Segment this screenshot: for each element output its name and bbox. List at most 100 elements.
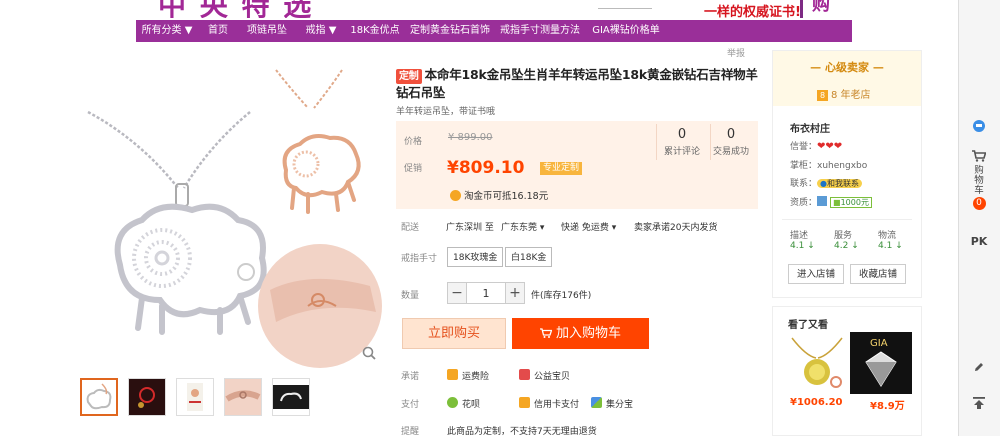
rating-value: 4.1	[878, 241, 893, 251]
main-product-image[interactable]	[80, 60, 384, 368]
product-title-text: 本命年18k金吊坠生肖羊年转运吊坠18k黄金嵌钻石吉祥物羊钻石吊坠	[396, 67, 758, 100]
rating-label: 描述	[790, 231, 809, 241]
qualification-label: 资质：	[790, 198, 818, 208]
contact-row: 联系： ●和我联系	[790, 176, 862, 189]
stat-divider	[710, 124, 711, 160]
payment-item-huabei[interactable]: 花呗	[462, 397, 480, 410]
payment-item-credit-card[interactable]: 信用卡支付	[534, 397, 579, 410]
quantity-increase-button[interactable]: +	[505, 282, 525, 304]
cart-label: 购物车	[974, 165, 984, 196]
insurance-icon	[447, 369, 458, 380]
nav-item-7[interactable]: 戒指手寸测量方法	[496, 20, 584, 42]
rating-logistics: 物流 4.1 ↓	[878, 228, 903, 251]
promo-label: 促销	[404, 164, 423, 174]
reviews-stat[interactable]: 0 累计评论	[654, 127, 710, 157]
nav-item-1[interactable]: 所有分类 ▼	[136, 20, 198, 42]
custom-badge: 定制	[396, 69, 422, 84]
charity-icon	[519, 369, 530, 380]
nav-item-4[interactable]: 戒指 ▼	[296, 20, 346, 42]
add-to-cart-button[interactable]: 加入购物车	[512, 318, 649, 349]
shop-name[interactable]: 布衣村庄	[790, 120, 830, 135]
back-to-top-icon[interactable]	[958, 396, 1000, 413]
thumbnail-2[interactable]	[128, 378, 166, 416]
quantity-input[interactable]: 1	[467, 282, 505, 304]
product-title: 定制 本命年18k金吊坠生肖羊年转运吊坠18k黄金嵌钻石吉祥物羊钻石吊坠	[396, 66, 758, 101]
promise-item-insurance[interactable]: 运费险	[462, 369, 489, 382]
seller-level: — 心级卖家 —	[810, 61, 884, 74]
thumbnail-1[interactable]	[80, 378, 118, 416]
payment-label: 支付	[401, 400, 420, 410]
shop-years: 88 年老店	[817, 86, 871, 101]
owner-row: 掌柜：xuhengxbo	[790, 158, 867, 171]
qualification-row: 资质： ■1000元	[790, 195, 872, 208]
credit-card-icon	[519, 397, 530, 408]
zoom-icon[interactable]	[361, 345, 377, 361]
coin-text: 淘金币可抵16.18元	[464, 191, 549, 202]
favorite-shop-button[interactable]: 收藏店铺	[850, 264, 906, 284]
payment-item-jifenbao[interactable]: 集分宝	[606, 397, 633, 410]
thumbnail-5[interactable]	[272, 378, 310, 416]
edit-icon[interactable]	[958, 361, 1000, 376]
notice-text: 此商品为定制，不支持7天无理由退货	[447, 427, 597, 437]
sheep-pendant-illustration	[87, 69, 382, 368]
deposit-badge: ■1000元	[830, 197, 872, 208]
nav-item-2[interactable]: 首页	[198, 20, 238, 42]
rating-value: 4.1	[790, 241, 805, 251]
banner-cert-text: 一样的权威证书!	[704, 5, 801, 18]
report-link[interactable]: 举报	[727, 46, 745, 59]
quantity-decrease-button[interactable]: −	[447, 282, 467, 304]
delivery-to-select[interactable]: 广东东莞 ▾	[501, 220, 544, 233]
rating-value: 4.2	[834, 241, 849, 251]
see-also-item-image-2[interactable]: GIA	[850, 332, 912, 394]
delivery-label: 配送	[401, 223, 420, 233]
delivery-promise: 卖家承诺20天内发货	[634, 223, 718, 233]
promise-item-charity[interactable]: 公益宝贝	[534, 369, 570, 382]
see-also-title: 看了又看	[788, 320, 828, 331]
see-also-price-2: ¥8.9万	[870, 401, 905, 412]
coin-icon	[450, 189, 461, 201]
delivery-service: 快递 免运费	[561, 223, 609, 233]
quantity-label: 数量	[401, 291, 420, 301]
nav-item-6[interactable]: 定制黄金钻石首饰	[404, 20, 496, 42]
rating-arrow: ↓	[895, 241, 903, 251]
nav-item-3[interactable]: 项链吊坠	[238, 20, 296, 42]
promo-badge: 专业定制	[540, 162, 583, 175]
sales-label: 交易成功	[712, 147, 749, 157]
rating-label: 服务	[834, 231, 853, 241]
thumbnail-4[interactable]	[224, 378, 262, 416]
banner-divider	[800, 0, 803, 18]
thumbnail-3[interactable]	[176, 378, 214, 416]
buy-now-button[interactable]: 立即购买	[402, 318, 506, 349]
sales-count: 0	[726, 127, 736, 142]
nav-item-8[interactable]: GIA裸钻价格单	[584, 20, 668, 42]
wangwang-icon: ●	[820, 179, 827, 188]
jifenbao-icon	[591, 397, 602, 408]
nav-item-5[interactable]: 18K金优点	[346, 20, 404, 42]
rating-arrow: ↓	[851, 241, 859, 251]
product-title-block: 定制 本命年18k金吊坠生肖羊年转运吊坠18k黄金嵌钻石吉祥物羊钻石吊坠	[396, 66, 758, 101]
banner-buy-text: 购 买	[812, 0, 830, 15]
shop-nav-bar: 所有分类 ▼ 首页 项链吊坠 戒指 ▼ 18K金优点 定制黄金钻石首饰 戒指手寸测量方法 GI…	[136, 20, 852, 42]
cart-toolbar-button[interactable]: 购物车 0	[958, 150, 1000, 210]
ring-size-option-white[interactable]: 白18K金	[505, 247, 553, 267]
reviews-label: 累计评论	[663, 147, 700, 157]
product-subtitle: 羊年转运吊坠，带证书哦	[396, 107, 496, 117]
coin-row: 淘金币可抵16.18元	[450, 188, 548, 202]
message-icon[interactable]	[958, 119, 1000, 136]
stat-divider	[656, 124, 657, 160]
shop-years-icon: 8	[817, 90, 828, 101]
see-also-item-image-1[interactable]	[786, 332, 848, 394]
contact-label: 联系：	[790, 179, 818, 189]
ring-size-option-rose[interactable]: 18K玫瑰金	[447, 247, 504, 267]
owner-label: 掌柜：	[790, 161, 818, 171]
shop-years-text: 8 年老店	[831, 90, 871, 101]
contact-button[interactable]: ●和我联系	[817, 179, 862, 188]
rating-label: 物流	[878, 231, 897, 241]
promise-label: 承诺	[401, 372, 420, 382]
chevron-down-icon: ▾	[539, 223, 545, 233]
pk-button[interactable]: PK	[958, 235, 1000, 248]
enter-shop-button[interactable]: 进入店铺	[788, 264, 844, 284]
delivery-service-select[interactable]: 快递 免运费 ▾	[561, 220, 616, 233]
add-to-cart-label: 加入购物车	[555, 326, 621, 341]
deposit-amount: 1000元	[840, 198, 869, 207]
